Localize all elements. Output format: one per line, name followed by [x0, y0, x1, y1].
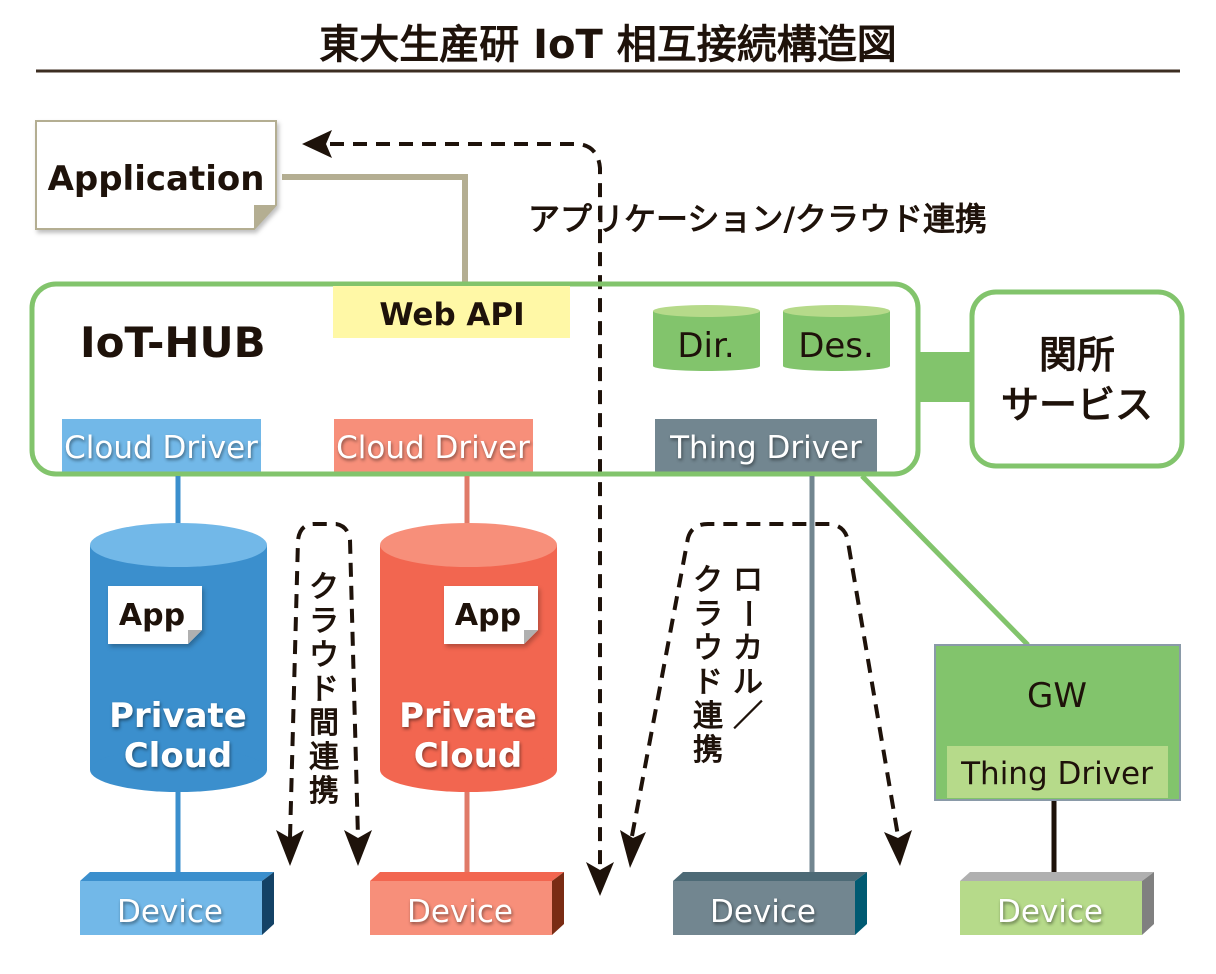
vertical-label-char: 携 [693, 733, 723, 768]
app-cloud-link-label: アプリケーション/クラウド連携 [528, 200, 987, 238]
vertical-label-char: ク [309, 570, 339, 605]
vertical-label-char: ウ [309, 638, 339, 673]
gateway-thing-driver-label: Thing Driver [960, 756, 1153, 792]
application-webapi-connector [282, 174, 468, 284]
app-label-blue: App [119, 598, 185, 633]
application-label: Application [48, 159, 265, 199]
sekisho-line1: 関所 [1039, 333, 1115, 377]
inter-cloud-link-label: クラウド間連携 [309, 570, 340, 809]
sekisho-connector [918, 352, 973, 402]
local-cloud-arrow-right-icon [884, 830, 912, 866]
iot-interconnection-diagram: 東大生産研 IoT 相互接続構造図 Application アプリケーション/ク… [29, 22, 1185, 935]
arrow-to-application-icon [302, 130, 332, 158]
sekisho-line2: サービス [1001, 383, 1153, 427]
web-api-label: Web API [379, 297, 524, 333]
thing-driver-hub-label: Thing Driver [669, 430, 862, 466]
vertical-label-char: カ [733, 631, 763, 666]
private-cloud-red-line2: Cloud [414, 736, 523, 776]
local-cloud-link-path [630, 522, 900, 837]
vertical-label-char: 連 [309, 740, 340, 775]
vertical-label-char: ／ [733, 699, 763, 734]
iot-hub-label: IoT-HUB [80, 318, 266, 367]
device-blue-label: Device [117, 894, 223, 930]
vertical-label-char: ク [693, 563, 723, 598]
vertical-label-char: ド [309, 672, 339, 707]
private-cloud-blue-line2: Cloud [124, 736, 233, 776]
vertical-label-char: ラ [693, 597, 723, 632]
directory-label: Dir. [677, 326, 734, 366]
vertical-label-char: ー [730, 599, 765, 629]
vertical-label-char: ウ [693, 631, 723, 666]
arrow-to-device-3-icon [586, 862, 614, 896]
app-label-red: App [455, 598, 521, 633]
vertical-label-char: 連 [693, 699, 724, 734]
sekisho-service-box[interactable] [969, 289, 1185, 469]
vertical-label-char: ロ [733, 563, 763, 598]
vertical-label-char: 携 [309, 774, 339, 809]
description-label: Des. [798, 326, 874, 366]
inter-cloud-arrow-right-icon [344, 830, 372, 866]
device-green-label: Device [997, 894, 1103, 930]
cloud-driver-blue-label: Cloud Driver [64, 430, 258, 466]
vertical-label-char: ド [693, 665, 723, 700]
vertical-label-char: 間 [309, 706, 339, 741]
local-cloud-link-label: ローカル／ クラウド連携 [693, 563, 765, 768]
cloud-driver-red-label: Cloud Driver [336, 430, 530, 466]
device-red-label: Device [407, 894, 513, 930]
vertical-label-char: ラ [309, 604, 339, 639]
private-cloud-blue-line1: Private [109, 696, 247, 736]
vertical-label-char: ル [733, 665, 763, 700]
gateway-label: GW [1027, 676, 1087, 716]
device-gray-label: Device [710, 894, 816, 930]
private-cloud-red-line1: Private [399, 696, 537, 736]
gw-connector [860, 474, 1030, 647]
page-title: 東大生産研 IoT 相互接続構造図 [319, 22, 897, 68]
